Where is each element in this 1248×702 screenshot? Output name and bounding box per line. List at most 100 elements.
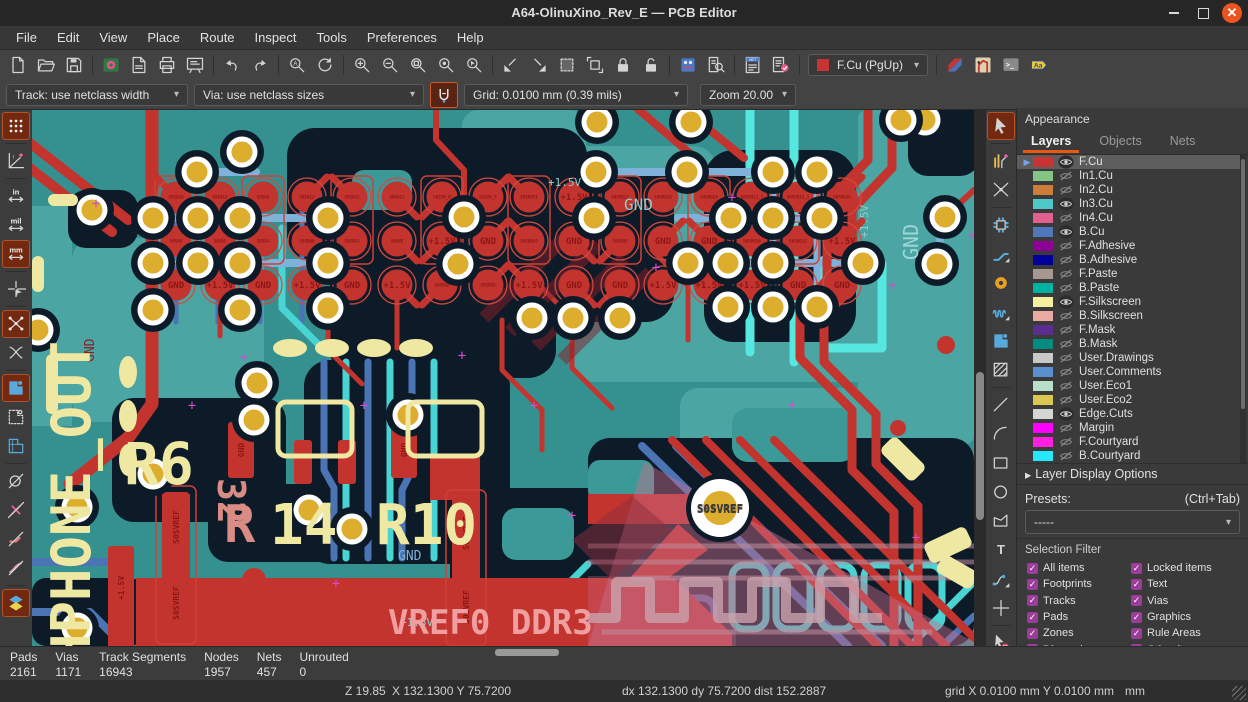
layer-color-swatch[interactable] <box>1033 241 1053 251</box>
eye-hidden-icon[interactable] <box>1058 253 1074 267</box>
zoom-selection[interactable] <box>460 51 488 79</box>
eye-visible-icon[interactable] <box>1058 295 1074 309</box>
layer-color-swatch[interactable] <box>1033 451 1053 461</box>
eye-hidden-icon[interactable] <box>1058 211 1074 225</box>
layer-color-swatch[interactable] <box>1033 157 1053 167</box>
layer-row-in3.cu[interactable]: In3.Cu <box>1017 197 1241 211</box>
menu-route[interactable]: Route <box>190 27 245 48</box>
tab-nets[interactable]: Nets <box>1156 130 1210 152</box>
text-variables[interactable]: Aa <box>1025 51 1053 79</box>
eye-hidden-icon[interactable] <box>1058 169 1074 183</box>
scrollbar-thumb[interactable] <box>976 372 984 520</box>
layer-color-swatch[interactable] <box>1033 353 1053 363</box>
place-text-tool[interactable]: T <box>987 536 1015 564</box>
layer-color-swatch[interactable] <box>1033 297 1053 307</box>
checkbox[interactable]: ✓ <box>1131 563 1142 574</box>
menu-preferences[interactable]: Preferences <box>357 27 447 48</box>
draw-circle-tool[interactable] <box>987 478 1015 506</box>
layer-row-b.paste[interactable]: B.Paste <box>1017 281 1241 295</box>
lock-item[interactable] <box>609 51 637 79</box>
layer-color-swatch[interactable] <box>1033 171 1053 181</box>
layer-row-b.mask[interactable]: B.Mask <box>1017 337 1241 351</box>
menu-place[interactable]: Place <box>137 27 190 48</box>
save-board[interactable] <box>60 51 88 79</box>
layer-color-swatch[interactable] <box>1033 367 1053 377</box>
layer-row-f.paste[interactable]: F.Paste <box>1017 267 1241 281</box>
eye-hidden-icon[interactable] <box>1058 379 1074 393</box>
filter-all-items[interactable]: ✓All items <box>1027 560 1131 576</box>
layer-row-margin[interactable]: Margin <box>1017 421 1241 435</box>
layer-row-user.comments[interactable]: User.Comments <box>1017 365 1241 379</box>
rule-area-tool[interactable] <box>987 356 1015 384</box>
layer-color-swatch[interactable] <box>1033 213 1053 223</box>
units-inches[interactable]: in <box>2 182 30 210</box>
eye-visible-icon[interactable] <box>1058 197 1074 211</box>
eye-hidden-icon[interactable] <box>1058 267 1074 281</box>
tune-length-tool[interactable] <box>987 298 1015 326</box>
scripting-console[interactable]: >_ <box>997 51 1025 79</box>
rotate-cw[interactable] <box>525 51 553 79</box>
layer-color-swatch[interactable] <box>1033 255 1053 265</box>
checkbox[interactable]: ✓ <box>1027 595 1038 606</box>
pads-outline-mode[interactable] <box>2 467 30 495</box>
layer-color-swatch[interactable] <box>1033 227 1053 237</box>
draw-line-tool[interactable] <box>987 391 1015 419</box>
menu-help[interactable]: Help <box>447 27 494 48</box>
vias-outline-mode[interactable] <box>2 496 30 524</box>
track-width-select[interactable]: Track: use netclass width▾ <box>6 84 188 106</box>
zone-outline-mode[interactable] <box>2 403 30 431</box>
layer-row-edge.cuts[interactable]: Edge.Cuts <box>1017 407 1241 421</box>
menu-edit[interactable]: Edit <box>47 27 89 48</box>
refresh[interactable] <box>311 51 339 79</box>
polar-coords[interactable]: r <box>2 147 30 175</box>
page-settings[interactable] <box>125 51 153 79</box>
eye-hidden-icon[interactable] <box>1058 281 1074 295</box>
interactive-router-settings[interactable] <box>969 51 997 79</box>
cursor-shape[interactable] <box>2 275 30 303</box>
layer-color-swatch[interactable] <box>1033 437 1053 447</box>
dim-inactive-layers[interactable] <box>2 589 30 617</box>
zone-fracture-mode[interactable] <box>2 432 30 460</box>
tracks-outline-mode[interactable] <box>2 525 30 553</box>
layer-color-swatch[interactable] <box>1033 395 1053 405</box>
filter-graphics[interactable]: ✓Graphics <box>1131 609 1241 625</box>
draw-polygon-tool[interactable] <box>987 507 1015 535</box>
layer-color-swatch[interactable] <box>1033 269 1053 279</box>
menu-tools[interactable]: Tools <box>306 27 356 48</box>
filter-footprints[interactable]: ✓Footprints <box>1027 576 1131 592</box>
resize-grip[interactable] <box>1232 686 1246 700</box>
delete-tool[interactable] <box>987 629 1015 646</box>
unlock-item[interactable] <box>637 51 665 79</box>
layer-row-f.mask[interactable]: F.Mask <box>1017 323 1241 337</box>
zoom-fit[interactable] <box>404 51 432 79</box>
checkbox[interactable]: ✓ <box>1131 612 1142 623</box>
via-size-select[interactable]: Via: use netclass sizes▾ <box>194 84 424 106</box>
presets-select[interactable]: ----- ▾ <box>1025 510 1240 534</box>
scrollbar-thumb[interactable] <box>1241 159 1245 409</box>
eye-hidden-icon[interactable] <box>1058 337 1074 351</box>
print[interactable] <box>153 51 181 79</box>
filter-rule-areas[interactable]: ✓Rule Areas <box>1131 625 1241 641</box>
eye-hidden-icon[interactable] <box>1058 421 1074 435</box>
eye-visible-icon[interactable] <box>1058 407 1074 421</box>
plot[interactable] <box>181 51 209 79</box>
layer-row-in2.cu[interactable]: In2.Cu <box>1017 183 1241 197</box>
ratsnest-curved[interactable] <box>2 339 30 367</box>
layer-row-user.eco1[interactable]: User.Eco1 <box>1017 379 1241 393</box>
checkbox[interactable]: ✓ <box>1027 563 1038 574</box>
eye-visible-icon[interactable] <box>1058 155 1074 169</box>
grid-settings[interactable] <box>2 112 30 140</box>
layer-row-f.adhesive[interactable]: F.Adhesive <box>1017 239 1241 253</box>
layer-row-user.drawings[interactable]: User.Drawings <box>1017 351 1241 365</box>
draw-spline-tool[interactable] <box>987 565 1015 593</box>
zoom-select[interactable]: Zoom 20.00▾ <box>700 84 796 106</box>
layer-row-f.courtyard[interactable]: F.Courtyard <box>1017 435 1241 449</box>
place-footprint-tool[interactable] <box>987 211 1015 239</box>
zoom-objects[interactable] <box>432 51 460 79</box>
ungroup-items[interactable] <box>581 51 609 79</box>
close-button[interactable]: ✕ <box>1222 3 1242 23</box>
units-mm[interactable]: mm <box>2 240 30 268</box>
tab-layers[interactable]: Layers <box>1017 130 1085 152</box>
eye-hidden-icon[interactable] <box>1058 183 1074 197</box>
checkbox[interactable]: ✓ <box>1131 595 1142 606</box>
